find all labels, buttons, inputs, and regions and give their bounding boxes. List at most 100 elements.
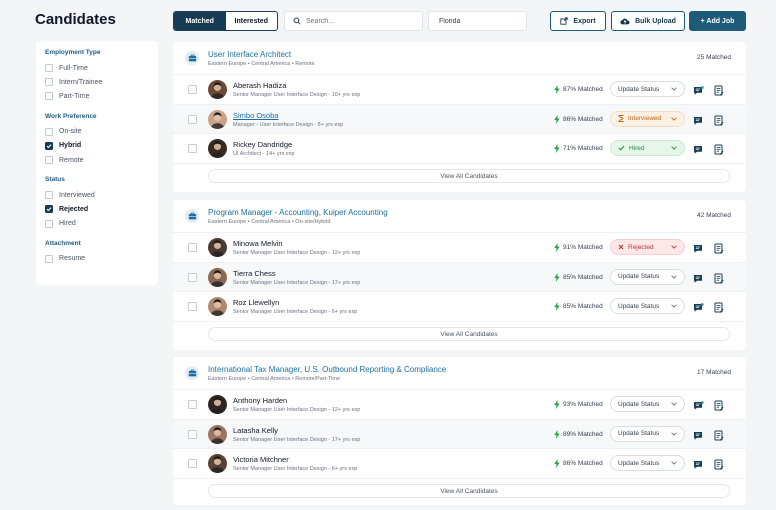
status-text: Update Status [618,273,660,280]
row-checkbox[interactable] [188,302,197,311]
row-checkbox[interactable] [188,114,197,124]
filter-option[interactable]: Intern/Trainee [45,75,158,89]
notes-icon[interactable] [714,142,724,160]
candidate-row[interactable]: Roz Llewellyn Senior Manager User Interf… [173,292,746,322]
chevron-down-icon [671,402,677,406]
tab-matched[interactable]: Matched [174,12,226,30]
job-title[interactable]: Program Manager - Accounting, Kuiper Acc… [208,208,388,217]
candidate-name[interactable]: Roz Llewellyn [233,298,279,307]
row-checkbox[interactable] [188,400,197,409]
status-dropdown[interactable]: Rejected [610,239,685,255]
filter-option[interactable]: Hybrid [45,139,158,153]
candidate-row[interactable]: Anthony Harden Senior Manager User Inter… [173,390,746,420]
match-score: 86% Matched [554,114,603,124]
checkbox[interactable] [45,219,53,228]
candidate-name[interactable]: Tierra Chess [233,269,276,278]
location-input[interactable] [439,17,530,25]
add-job-button[interactable]: + Add Job [689,11,746,31]
checkbox-checked[interactable] [45,205,53,214]
job-title[interactable]: International Tax Manager, U.S. Outbound… [208,365,446,374]
message-icon[interactable] [693,398,704,416]
view-all-candidates-button[interactable]: View All Candidates [208,327,730,341]
notes-icon[interactable] [714,241,724,259]
candidate-name[interactable]: Rickey Dandridge [233,140,292,149]
match-score: 93% Matched [554,400,603,409]
tab-interested[interactable]: Interested [226,12,278,30]
checkbox[interactable] [45,92,53,101]
filter-option[interactable]: Full-Time [45,61,158,75]
row-checkbox[interactable] [188,85,197,94]
checkbox[interactable] [45,254,53,263]
message-icon[interactable] [693,428,704,446]
notes-icon[interactable] [714,398,724,416]
search-input[interactable] [306,17,416,25]
notes-icon[interactable] [714,271,724,289]
row-checkbox[interactable] [188,144,197,153]
message-icon[interactable] [693,300,704,318]
match-label: 85% Matched [563,303,603,310]
candidate-name[interactable]: Minowa Melvin [233,239,283,248]
status-dropdown[interactable]: Update Status [610,425,685,442]
candidate-row[interactable]: Minowa Melvin Senior Manager User Interf… [173,233,746,263]
candidate-row[interactable]: Simbo Osoba Manager - User Interface Des… [173,104,746,134]
export-button[interactable]: Export [550,11,606,31]
job-location: Eastern Europe • Central America • Remot… [208,376,341,382]
status-dropdown[interactable]: Update Status [610,455,685,471]
bulk-upload-button[interactable]: Bulk Upload [611,11,685,31]
job-title[interactable]: User Interface Architect [208,50,291,59]
candidate-row[interactable]: Aberash Hadiza Senior Manager User Inter… [173,75,746,105]
message-icon[interactable] [693,457,704,475]
candidate-row[interactable]: Tierra Chess Senior Manager User Interfa… [173,262,746,292]
candidate-name[interactable]: Aberash Hadiza [233,81,286,90]
filter-option[interactable]: Hired [45,217,158,231]
notes-icon[interactable] [714,457,724,475]
briefcase-icon [185,51,199,65]
checkbox[interactable] [45,64,53,73]
notes-icon[interactable] [714,300,724,318]
job-header: International Tax Manager, U.S. Outbound… [173,357,746,390]
checkbox-checked[interactable] [45,141,53,150]
status-dropdown[interactable]: Update Status [610,268,685,285]
filter-option[interactable]: Remote [45,153,158,167]
message-icon[interactable] [693,241,704,259]
filter-option[interactable]: Interviewed [45,188,158,202]
checkbox[interactable] [45,127,53,136]
candidate-row[interactable]: Rickey Dandridge UI Architect - 14+ yrs … [173,134,746,164]
notes-icon[interactable] [714,428,724,446]
status-dropdown[interactable]: Update Status [610,81,685,97]
checkbox[interactable] [45,78,53,87]
filter-option[interactable]: On-site [45,125,158,139]
candidate-name[interactable]: Anthony Harden [233,396,287,405]
notes-icon[interactable] [714,83,724,101]
message-icon[interactable] [693,142,704,160]
filter-option[interactable]: Part-Time [45,89,158,103]
status-text: Hired [629,144,645,152]
candidate-row[interactable]: Latasha Kelly Senior Manager User Interf… [173,419,746,449]
check-icon [618,145,625,151]
candidate-row[interactable]: Victoria Mitchner Senior Manager User In… [173,449,746,479]
view-all-candidates-button[interactable]: View All Candidates [208,169,730,183]
status-dropdown[interactable]: Update Status [610,298,685,314]
checkbox[interactable] [45,156,53,165]
message-icon[interactable] [693,113,704,131]
status-value: Hired [618,145,645,152]
checkbox[interactable] [45,191,53,200]
match-score: 85% Matched [554,272,603,282]
row-checkbox[interactable] [188,429,197,439]
row-checkbox[interactable] [188,272,197,282]
status-dropdown[interactable]: Hired [610,140,685,156]
filter-option[interactable]: Rejected [45,202,158,216]
filter-option-label: Part-Time [59,92,90,100]
row-checkbox[interactable] [188,459,197,468]
candidate-name[interactable]: Victoria Mitchner [233,455,289,464]
status-dropdown[interactable]: Interviewed [610,110,685,127]
message-icon[interactable] [693,271,704,289]
message-icon[interactable] [693,83,704,101]
candidate-name[interactable]: Latasha Kelly [233,426,278,435]
status-dropdown[interactable]: Update Status [610,396,685,412]
candidate-name[interactable]: Simbo Osoba [233,111,278,120]
notes-icon[interactable] [714,113,724,131]
row-checkbox[interactable] [188,243,197,252]
view-all-candidates-button[interactable]: View All Candidates [208,484,730,498]
filter-option[interactable]: Resume [45,252,158,266]
